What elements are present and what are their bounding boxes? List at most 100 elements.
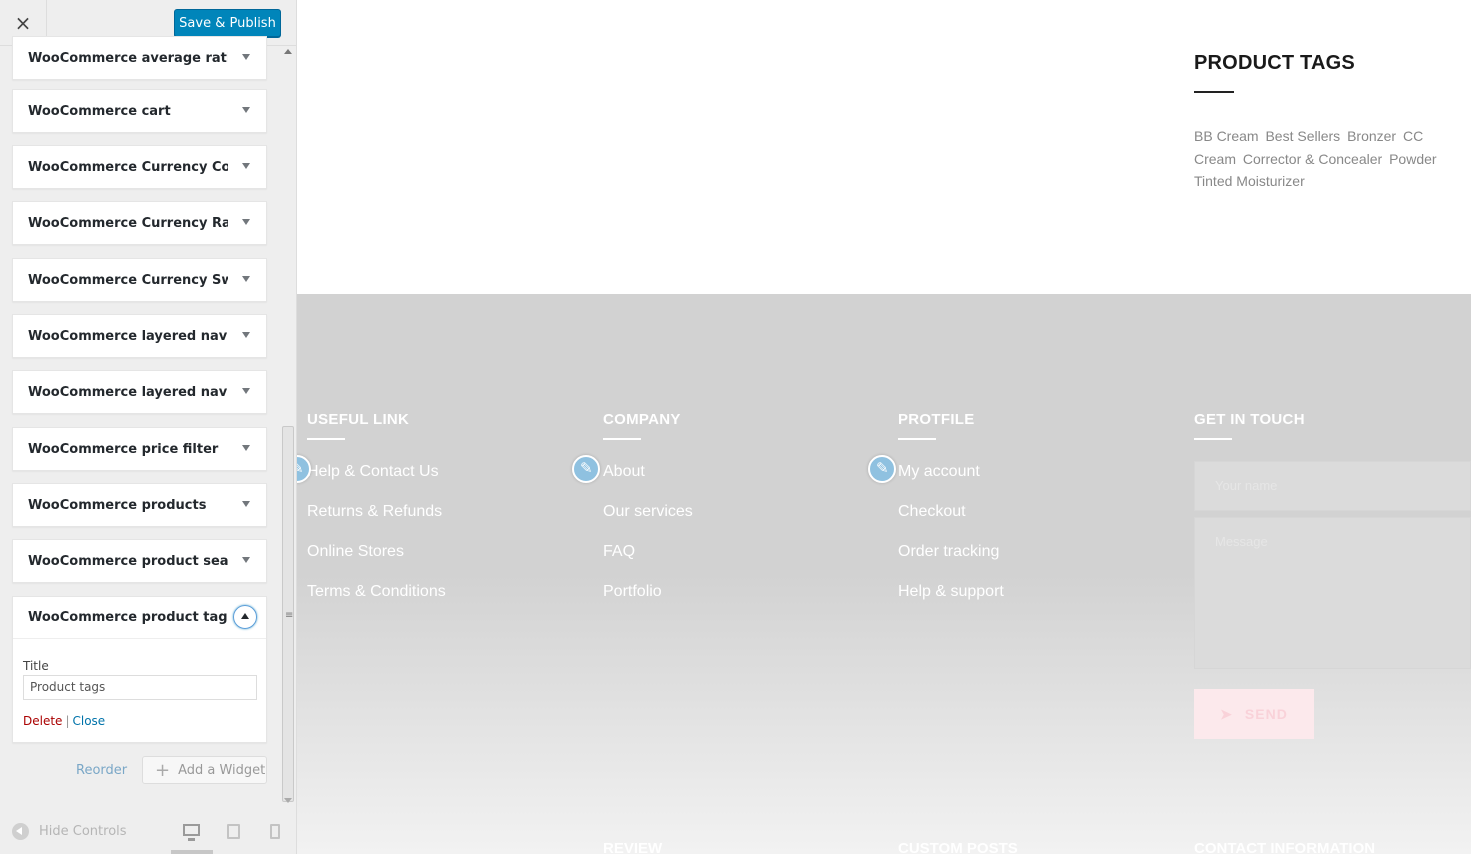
widget-header[interactable]: WooCommerce product tags [13, 597, 266, 639]
widget-product-tags: WooCommerce product tags Title Product t… [12, 596, 267, 743]
footer-link[interactable]: My account [898, 452, 1004, 492]
scrollbar[interactable]: ≡ [281, 46, 295, 803]
footer-link[interactable]: Portfolio [603, 572, 693, 612]
widget-item[interactable]: WooCommerce price filter [12, 427, 267, 471]
send-label: SEND [1244, 706, 1288, 722]
footer-link[interactable]: Help & Contact Us [307, 452, 446, 492]
footer-link[interactable]: Online Stores [307, 532, 446, 572]
title-underline [1194, 438, 1232, 440]
mobile-icon[interactable] [270, 824, 280, 839]
tag-link[interactable]: Corrector & Concealer [1243, 151, 1382, 167]
title-input[interactable]: Product tags [23, 675, 257, 700]
chevron-down-icon[interactable] [242, 388, 250, 394]
link-list: My account Checkout Order tracking Help … [898, 452, 1004, 612]
customizer-footer: Hide Controls [0, 812, 296, 854]
product-tags-title: PRODUCT TAGS [1194, 52, 1355, 74]
chevron-down-icon[interactable] [242, 276, 250, 282]
desktop-icon[interactable] [183, 824, 200, 841]
widget-label: WooCommerce Currency Rate... [28, 216, 228, 231]
scroll-down-icon[interactable] [284, 798, 292, 803]
widget-item[interactable]: WooCommerce Currency Con... [12, 145, 267, 189]
title-label: Title [23, 659, 49, 673]
add-widget-label: Add a Widget [178, 762, 266, 778]
widget-item[interactable]: WooCommerce product search [12, 539, 267, 583]
footer-link[interactable]: FAQ [603, 532, 693, 572]
widget-item[interactable]: WooCommerce average ratin... [12, 36, 267, 80]
link-list: Help & Contact Us Returns & Refunds Onli… [307, 452, 446, 612]
product-tags-widget: PRODUCT TAGS BB Cream Best Sellers Bronz… [1194, 52, 1464, 193]
footer-column-profile: PROTFILE My account Checkout Order track… [898, 411, 1004, 612]
footer-column-useful-link: USEFUL LINK Help & Contact Us Returns & … [307, 411, 446, 612]
widget-item[interactable]: WooCommerce layered nav: F... [12, 314, 267, 358]
scroll-track[interactable]: ≡ [281, 56, 295, 802]
footer-link[interactable]: Order tracking [898, 532, 1004, 572]
chevron-up-icon[interactable] [233, 605, 257, 629]
chevron-down-icon[interactable] [242, 557, 250, 563]
widget-item[interactable]: WooCommerce cart [12, 89, 267, 133]
pencil-icon[interactable] [572, 455, 600, 483]
site-preview: PRODUCT TAGS BB Cream Best Sellers Bronz… [297, 0, 1471, 854]
send-button[interactable]: ➤ SEND [1194, 689, 1314, 739]
footer-link[interactable]: Help & support [898, 572, 1004, 612]
tag-link[interactable]: BB Cream [1194, 128, 1259, 144]
plus-icon: + [155, 759, 171, 781]
widget-item[interactable]: WooCommerce products [12, 483, 267, 527]
widget-label: WooCommerce Currency Swit... [28, 273, 228, 288]
widget-actions: Delete | Close [23, 714, 105, 728]
custom-posts-title: CUSTOM POSTS [898, 840, 1018, 854]
chevron-down-icon[interactable] [242, 163, 250, 169]
widget-label: WooCommerce layered nav: F... [28, 329, 228, 344]
tag-link[interactable]: Best Sellers [1265, 128, 1340, 144]
footer-link[interactable]: About [603, 452, 693, 492]
chevron-down-icon[interactable] [242, 54, 250, 60]
contact-form: Your name Message ➤ SEND [1194, 461, 1471, 739]
chevron-down-icon[interactable] [242, 332, 250, 338]
title-underline [1194, 91, 1234, 93]
tag-link[interactable]: Bronzer [1347, 128, 1396, 144]
grip-icon: ≡ [285, 610, 294, 621]
reorder-link[interactable]: Reorder [76, 763, 127, 778]
widget-label: WooCommerce Currency Con... [28, 160, 228, 175]
scroll-thumb[interactable]: ≡ [282, 426, 294, 802]
chevron-down-icon[interactable] [242, 501, 250, 507]
chevron-down-icon[interactable] [242, 219, 250, 225]
tag-link[interactable]: Powder [1389, 151, 1436, 167]
message-textarea[interactable]: Message [1194, 517, 1471, 669]
footer-column-company: COMPANY About Our services FAQ Portfolio [603, 411, 693, 612]
chevron-down-icon[interactable] [242, 445, 250, 451]
widget-label: WooCommerce products [28, 498, 207, 513]
column-title: GET IN TOUCH [1194, 411, 1305, 428]
site-footer: USEFUL LINK Help & Contact Us Returns & … [297, 294, 1471, 854]
footer-link[interactable]: Our services [603, 492, 693, 532]
widget-label: WooCommerce product search [28, 554, 228, 569]
tag-link[interactable]: Tinted Moisturizer [1194, 173, 1305, 189]
hide-controls-label: Hide Controls [39, 824, 127, 839]
close-link[interactable]: Close [72, 714, 105, 728]
chevron-down-icon[interactable] [242, 107, 250, 113]
widget-label: WooCommerce price filter [28, 442, 219, 457]
title-underline [898, 438, 936, 440]
tag-cloud: BB Cream Best Sellers Bronzer CC Cream C… [1194, 125, 1456, 193]
widget-item[interactable]: WooCommerce Currency Rate... [12, 201, 267, 245]
widget-label: WooCommerce product tags [28, 610, 228, 625]
widget-label: WooCommerce cart [28, 104, 171, 119]
scroll-up-icon[interactable] [284, 49, 292, 54]
pencil-icon[interactable] [868, 455, 896, 483]
widget-item[interactable]: WooCommerce layered nav fil... [12, 370, 267, 414]
delete-link[interactable]: Delete [23, 714, 62, 728]
title-underline [307, 438, 345, 440]
tablet-icon[interactable] [227, 824, 240, 839]
footer-link[interactable]: Returns & Refunds [307, 492, 446, 532]
separator: | [65, 714, 70, 728]
footer-link[interactable]: Terms & Conditions [307, 572, 446, 612]
save-publish-button[interactable]: Save & Publish [174, 9, 281, 37]
hide-controls-button[interactable]: Hide Controls [12, 823, 127, 840]
add-widget-button[interactable]: + Add a Widget [142, 756, 267, 784]
review-title: REVIEW [603, 840, 663, 854]
footer-link[interactable]: Checkout [898, 492, 1004, 532]
collapse-icon [12, 823, 29, 840]
widget-item[interactable]: WooCommerce Currency Swit... [12, 258, 267, 302]
customizer-sidebar: × Save & Publish WooCommerce average rat… [0, 0, 297, 854]
name-input[interactable]: Your name [1194, 461, 1471, 511]
widget-label: WooCommerce average ratin... [28, 51, 228, 66]
